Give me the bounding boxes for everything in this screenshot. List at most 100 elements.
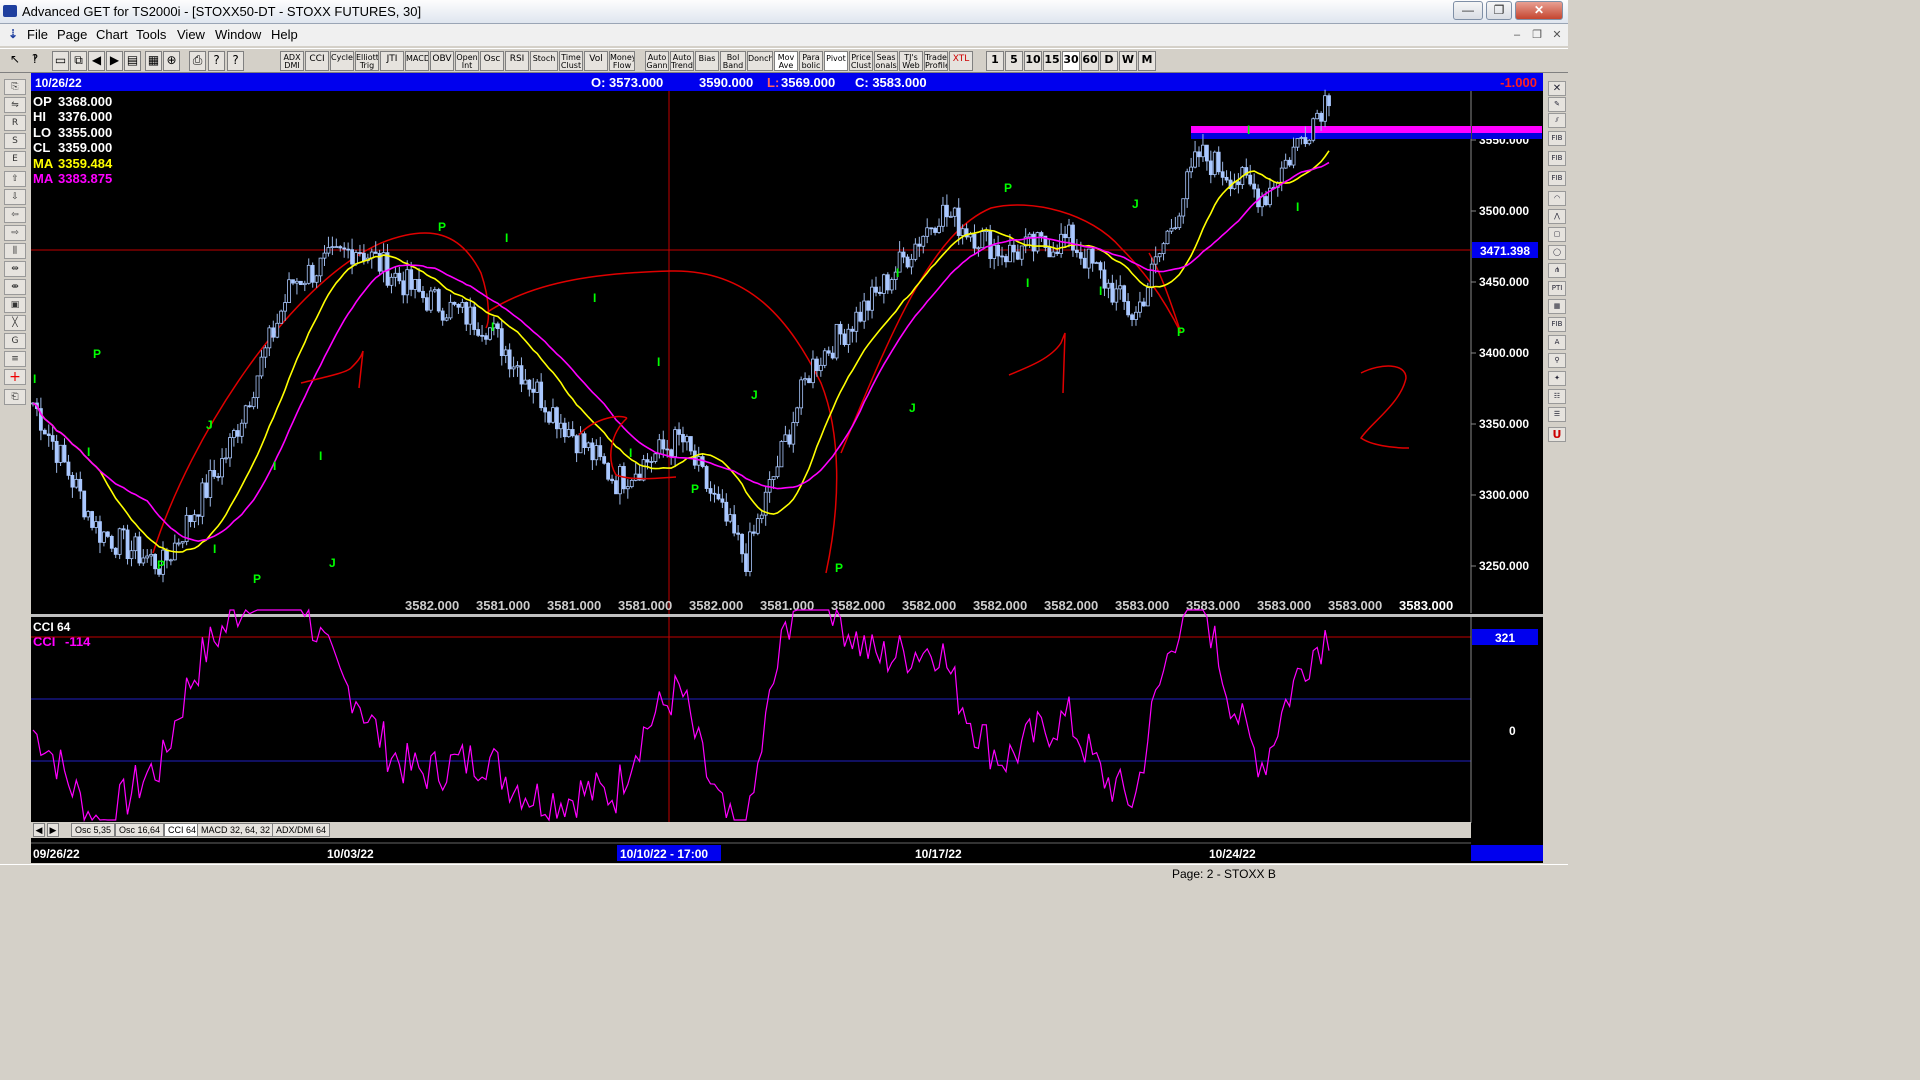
crosshair-icon[interactable]: +: [4, 369, 26, 385]
study-macd[interactable]: MACD: [405, 51, 429, 71]
timeframe-15[interactable]: 15: [1043, 51, 1061, 71]
tab-osc-16-64[interactable]: Osc 16,64: [115, 823, 165, 837]
arrow-icon[interactable]: ↖: [6, 51, 24, 71]
fib-bands-icon[interactable]: FIB: [1548, 317, 1566, 332]
minimize-button[interactable]: —: [1453, 1, 1483, 20]
text-tool-icon[interactable]: A: [1548, 335, 1566, 350]
up-arrow-icon[interactable]: ⇧: [4, 171, 26, 187]
forward-icon[interactable]: ▶: [106, 51, 123, 71]
study-pivot[interactable]: Pivot: [824, 51, 848, 71]
menu-window[interactable]: Window: [215, 27, 261, 42]
box-tool-icon[interactable]: ▢: [1548, 227, 1566, 242]
timeframe-5[interactable]: 5: [1005, 51, 1023, 71]
menu-view[interactable]: View: [177, 27, 205, 42]
chart-area[interactable]: 10/26/22 O: 3573.000 3590.000 L: 3569.00…: [31, 73, 1543, 863]
zoom-icon[interactable]: ⇋: [4, 97, 26, 113]
layers-icon[interactable]: ▤: [124, 51, 141, 71]
study-adx-dmi[interactable]: ADX DMI: [280, 51, 304, 71]
child-close-icon[interactable]: ✕: [1548, 27, 1566, 43]
list-icon[interactable]: ☰: [1548, 407, 1566, 422]
study-elliott-trig[interactable]: Elliott Trig: [355, 51, 379, 71]
menu-page[interactable]: Page: [57, 27, 87, 42]
tab-cci-64[interactable]: CCI 64: [164, 823, 201, 837]
bars-icon[interactable]: ⫼: [4, 243, 26, 259]
back-icon[interactable]: ◀: [88, 51, 105, 71]
expand-icon[interactable]: ⇹: [4, 261, 26, 277]
study-time-clust[interactable]: Time Clust: [559, 51, 583, 71]
pitchfork-icon[interactable]: ⋔: [1548, 263, 1566, 278]
tab-scroll-right-icon[interactable]: ▶: [47, 823, 59, 837]
new-page-icon[interactable]: ▭: [52, 51, 69, 71]
study-cycles[interactable]: Cycles: [330, 51, 354, 71]
study-parabolic[interactable]: Para bolic: [799, 51, 823, 71]
pti-icon[interactable]: PTI: [1548, 281, 1566, 296]
gann-icon[interactable]: G: [4, 333, 26, 349]
child-minimize-icon[interactable]: –: [1508, 27, 1526, 43]
magnifier-icon[interactable]: ⚲: [1548, 353, 1566, 368]
clipboard-icon[interactable]: ⎗: [4, 389, 26, 405]
study-cci[interactable]: CCI: [305, 51, 329, 71]
menu-help[interactable]: Help: [271, 27, 298, 42]
fib-ext-icon[interactable]: FIB: [1548, 151, 1566, 166]
chart-svg[interactable]: 10/26/22 O: 3573.000 3590.000 L: 3569.00…: [31, 73, 1543, 863]
study-icon[interactable]: S: [4, 133, 26, 149]
open-icon[interactable]: ⎘: [4, 79, 26, 95]
reset-icon[interactable]: R: [4, 115, 26, 131]
paint-icon[interactable]: ✦: [1548, 371, 1566, 386]
timeframe-1[interactable]: 1: [986, 51, 1004, 71]
maximize-button[interactable]: ❐: [1486, 1, 1512, 20]
fib-time-icon[interactable]: FIB: [1548, 171, 1566, 186]
timeframe-30[interactable]: 30: [1062, 51, 1080, 71]
timeframe-m[interactable]: M: [1138, 51, 1156, 71]
compress-icon[interactable]: ⇼: [4, 279, 26, 295]
tab-osc-5-35[interactable]: Osc 5,35: [71, 823, 116, 837]
undo-icon[interactable]: U: [1548, 427, 1566, 442]
close-button[interactable]: ✕: [1515, 1, 1563, 20]
box-icon[interactable]: ▣: [4, 297, 26, 313]
print-icon[interactable]: ⎙: [189, 51, 206, 71]
grid-icon[interactable]: ▦: [145, 51, 162, 71]
ellipse-icon[interactable]: ◯: [1548, 245, 1566, 260]
tab-macd[interactable]: MACD 32, 64, 32: [197, 823, 275, 837]
study-auto-trend[interactable]: Auto Trend: [670, 51, 694, 71]
cancel-icon[interactable]: ✕: [1548, 81, 1566, 96]
study-seasonals[interactable]: Seas onals: [874, 51, 898, 71]
tab-scroll-left-icon[interactable]: ◀: [33, 823, 45, 837]
study-xtl[interactable]: XTL: [949, 51, 973, 71]
study-tjs-web[interactable]: TJ's Web: [899, 51, 923, 71]
study-obv[interactable]: OBV: [430, 51, 454, 71]
fan-icon[interactable]: ⋀: [1548, 209, 1566, 224]
pencil-icon[interactable]: ✎: [1548, 97, 1566, 112]
target-icon[interactable]: ⊕: [163, 51, 180, 71]
timeframe-10[interactable]: 10: [1024, 51, 1042, 71]
study-bias[interactable]: Bias: [695, 51, 719, 71]
study-auto-gann[interactable]: Auto Gann: [645, 51, 669, 71]
info-icon[interactable]: ?: [208, 51, 225, 71]
study-osc[interactable]: Osc: [480, 51, 504, 71]
menu-chart[interactable]: Chart: [96, 27, 128, 42]
document-icon[interactable]: ⇣: [8, 27, 18, 41]
tab-adx-dmi[interactable]: ADX/DMI 64: [272, 823, 331, 837]
help-icon[interactable]: ?: [227, 51, 244, 71]
menu-tools[interactable]: Tools: [136, 27, 166, 42]
study-vol[interactable]: Vol: [584, 51, 608, 71]
grid-tool-icon[interactable]: ▦: [1548, 299, 1566, 314]
fib-ret-icon[interactable]: FIB: [1548, 131, 1566, 146]
help-pointer-icon[interactable]: ‽: [26, 51, 44, 71]
right-arrow-icon[interactable]: ⇨: [4, 225, 26, 241]
study-price-clust[interactable]: Price Clust: [849, 51, 873, 71]
child-restore-icon[interactable]: ❐: [1528, 27, 1546, 43]
study-stoch[interactable]: Stoch: [530, 51, 558, 71]
menu-file[interactable]: File: [27, 27, 48, 42]
copy-icon[interactable]: ⧉: [70, 51, 87, 71]
channel-icon[interactable]: ⫽: [1548, 113, 1566, 128]
timeframe-w[interactable]: W: [1119, 51, 1137, 71]
study-bol-band[interactable]: Bol Band: [720, 51, 746, 71]
study-jti[interactable]: JTI: [380, 51, 404, 71]
study-mov-ave[interactable]: Mov Ave: [774, 51, 798, 71]
down-arrow-icon[interactable]: ⇩: [4, 189, 26, 205]
elliott-icon[interactable]: E: [4, 151, 26, 167]
study-open-int[interactable]: Open Int: [455, 51, 479, 71]
timeframe-60[interactable]: 60: [1081, 51, 1099, 71]
timeframe-d[interactable]: D: [1100, 51, 1118, 71]
